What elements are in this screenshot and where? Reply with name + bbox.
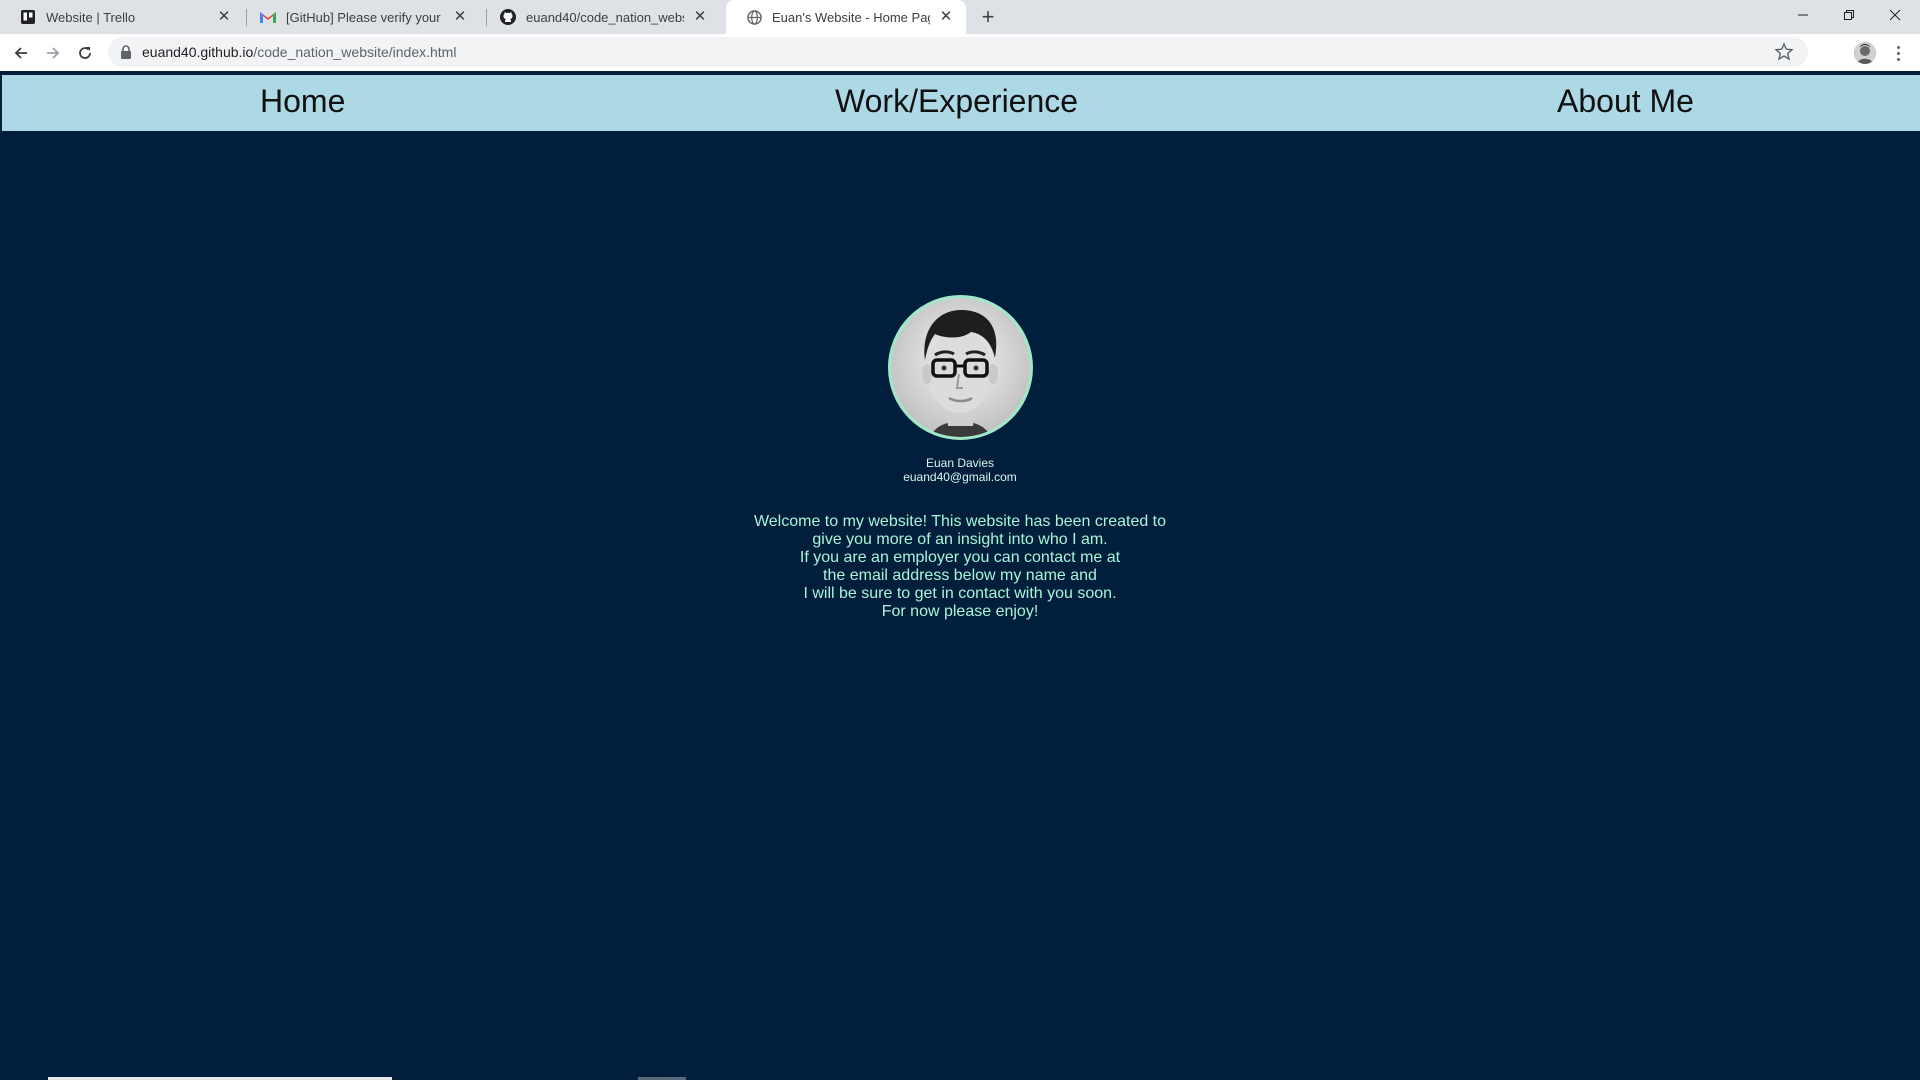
tab-title: Website | Trello (46, 9, 136, 25)
tab-title: [GitHub] Please verify your email (286, 9, 444, 25)
tab-title: euand40/code_nation_website (526, 9, 684, 25)
browser-toolbar: euand40.github.io/code_nation_website/in… (0, 34, 1920, 71)
arrow-left-icon (14, 47, 27, 59)
profile-email: euand40@gmail.com (903, 470, 1017, 484)
close-tab-icon[interactable]: ✕ (216, 9, 232, 25)
reload-button[interactable] (72, 40, 98, 66)
nav-link-work-experience[interactable]: Work/Experience (835, 83, 1078, 120)
forward-button[interactable] (40, 40, 66, 66)
close-icon (1889, 9, 1901, 21)
tab-strip: Website | Trello ✕ [GitHub] Please verif… (0, 0, 1920, 34)
url-path: /code_nation_website/index.html (253, 44, 457, 60)
tab-title: Euan's Website - Home Page (772, 9, 930, 25)
gmail-icon (260, 9, 276, 25)
globe-icon (746, 9, 762, 25)
welcome-line: give you more of an insight into who I a… (812, 531, 1108, 548)
address-bar[interactable]: euand40.github.io/code_nation_website/in… (108, 37, 1808, 67)
close-tab-icon[interactable]: ✕ (692, 9, 708, 25)
url-host: euand40.github.io (142, 44, 254, 60)
web-page: Home Work/Experience About Me Euan Davie… (0, 71, 1920, 1080)
tab-github[interactable]: euand40/code_nation_website ✕ (480, 0, 720, 34)
nav-link-about-me[interactable]: About Me (1557, 83, 1694, 120)
reload-icon (79, 47, 91, 59)
minimize-button[interactable] (1780, 0, 1826, 30)
welcome-line: Welcome to my website! This website has … (753, 513, 1167, 530)
restore-icon (1844, 10, 1854, 20)
welcome-line: I will be sure to get in contact with yo… (803, 585, 1117, 602)
back-button[interactable] (8, 40, 34, 66)
welcome-line: If you are an employer you can contact m… (799, 549, 1121, 566)
arrow-right-icon (47, 47, 60, 59)
bookmark-star-icon[interactable] (1774, 42, 1794, 62)
github-icon (500, 9, 516, 25)
profile-avatar-icon[interactable] (1854, 42, 1876, 64)
trello-icon (20, 9, 36, 25)
nav-link-home[interactable]: Home (260, 83, 345, 120)
browser-menu-icon[interactable] (1888, 42, 1908, 64)
welcome-message: Welcome to my website! This website has … (660, 513, 1260, 621)
minimize-icon (1798, 14, 1808, 16)
close-tab-icon[interactable]: ✕ (452, 9, 468, 25)
close-tab-icon[interactable]: ✕ (938, 9, 954, 25)
url-text: euand40.github.io/code_nation_website/in… (142, 44, 456, 60)
profile-photo (888, 295, 1033, 440)
close-window-button[interactable] (1872, 0, 1918, 30)
restore-button[interactable] (1826, 0, 1872, 30)
tab-trello[interactable]: Website | Trello ✕ (0, 0, 244, 34)
tab-euans-website[interactable]: Euan's Website - Home Page ✕ (726, 0, 966, 34)
welcome-line: the email address below my name and (823, 567, 1097, 584)
site-navigation: Home Work/Experience About Me (2, 75, 1920, 131)
profile-name: Euan Davies (925, 456, 995, 470)
tab-gmail[interactable]: [GitHub] Please verify your email ✕ (240, 0, 480, 34)
new-tab-button[interactable]: + (976, 5, 1000, 29)
welcome-line: For now please enjoy! (881, 603, 1039, 620)
lock-icon[interactable] (120, 45, 132, 59)
